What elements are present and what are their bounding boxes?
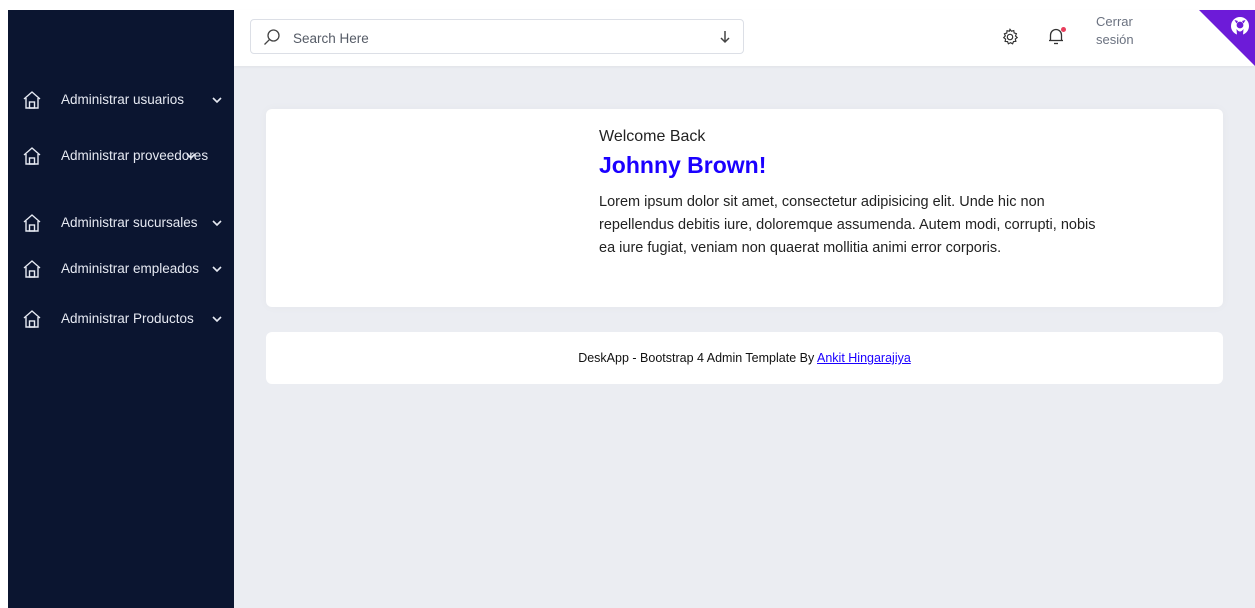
arrow-down-icon[interactable] [719,30,731,44]
welcome-name: Johnny Brown! [599,152,767,178]
header-bar: Cerrar sesión [234,10,1255,66]
sidebar-item-empleados[interactable]: Administrar empleados [8,254,234,284]
search-box [250,19,744,54]
chevron-down-icon [212,316,222,323]
house-icon [23,147,41,165]
chevron-down-icon [212,266,222,273]
sidebar-item-usuarios[interactable]: Administrar usuarios [8,85,234,115]
sidebar-item-proveedores[interactable]: Administrar proveedores [8,141,234,171]
chevron-down-icon [212,97,222,104]
welcome-card: Welcome Back Johnny Brown! Lorem ipsum d… [266,109,1223,307]
github-icon [1231,17,1249,35]
house-icon [23,214,41,232]
sidebar-item-label: Administrar Productos [61,311,194,326]
author-link[interactable]: Ankit Hingarajiya [817,351,911,365]
chevron-down-icon [212,220,222,227]
sidebar-item-sucursales[interactable]: Administrar sucursales [8,208,234,238]
footer: DeskApp - Bootstrap 4 Admin Template By … [266,332,1223,384]
logout-link[interactable]: Cerrar sesión [1096,13,1156,49]
house-icon [23,310,41,328]
chevron-down-icon [186,153,196,160]
sidebar: Administrar usuarios Administrar proveed… [8,10,234,608]
notification-dot [1061,27,1066,32]
welcome-greeting: Welcome Back [599,128,706,145]
welcome-text: Lorem ipsum dolor sit amet, consectetur … [599,194,1096,256]
house-icon [23,91,41,109]
footer-text: DeskApp - Bootstrap 4 Admin Template By [578,351,817,365]
search-input[interactable] [291,26,695,50]
github-corner[interactable] [1199,10,1255,66]
main-content: Cerrar sesión Welcome Back Johnny Brown!… [234,10,1255,608]
sidebar-item-label: Administrar usuarios [61,92,185,107]
sidebar-item-productos[interactable]: Administrar Productos [8,304,234,334]
search-icon[interactable] [263,28,281,46]
house-icon [23,260,41,278]
gear-icon[interactable] [1001,28,1019,46]
sidebar-item-label: Administrar empleados [61,261,200,276]
sidebar-item-label: Administrar sucursales [61,215,198,230]
